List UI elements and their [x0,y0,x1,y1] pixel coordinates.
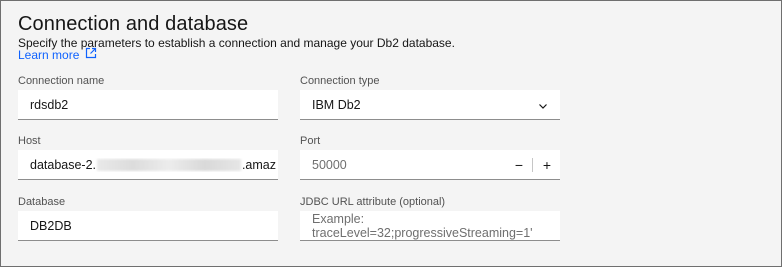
connection-name-label: Connection name [18,75,105,87]
connection-panel: Connection and database Specify the para… [0,0,782,267]
port-value: 50000 [312,157,347,172]
chevron-down-icon [538,100,548,110]
database-input[interactable]: DB2DB [18,211,278,241]
external-link-icon [85,47,97,62]
connection-type-value: IBM Db2 [312,97,361,112]
learn-more-link[interactable]: Learn more [18,47,97,62]
decrement-button[interactable]: − [506,150,532,180]
increment-button[interactable]: + [534,150,560,180]
stepper-divider [532,158,533,172]
redacted-region [97,158,241,171]
host-value-suffix: .amaz [241,157,276,172]
connection-type-label: Connection type [300,75,380,87]
host-input[interactable]: database-2. .amaz [18,150,278,180]
jdbc-placeholder: Example: traceLevel=32;progressiveStream… [312,211,533,240]
jdbc-label: JDBC URL attribute (optional) [300,196,446,208]
host-label: Host [18,135,41,147]
connection-name-value: rdsdb2 [30,97,69,112]
learn-more-label: Learn more [18,47,80,62]
database-value: DB2DB [30,218,72,233]
jdbc-url-input[interactable]: Example: traceLevel=32;progressiveStream… [300,211,560,241]
port-label: Port [300,135,321,147]
port-stepper[interactable]: 50000 − + [300,150,560,180]
database-label: Database [18,196,66,208]
host-value: database-2. .amaz [30,158,276,172]
section-title: Connection and database [18,13,249,35]
connection-type-select[interactable]: IBM Db2 [300,90,560,120]
connection-name-input[interactable]: rdsdb2 [18,90,278,120]
host-value-prefix: database-2. [30,157,97,172]
